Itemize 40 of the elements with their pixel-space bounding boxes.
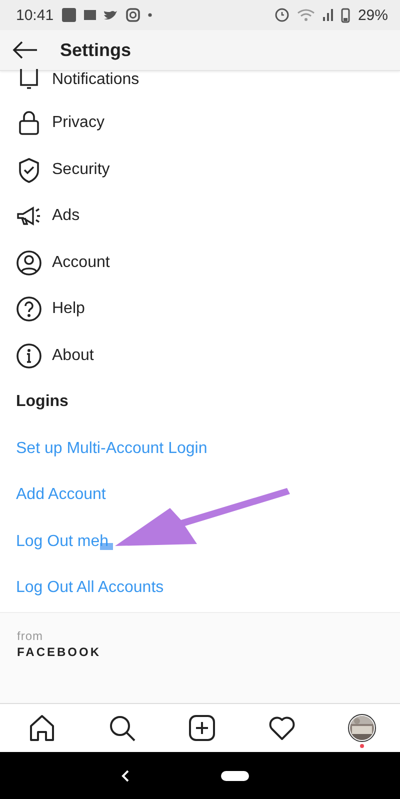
add-icon[interactable]	[188, 714, 216, 742]
settings-item-label: Ads	[52, 207, 80, 226]
bird-icon	[104, 9, 118, 21]
person-icon	[16, 250, 42, 276]
clapperboard-icon	[84, 10, 96, 20]
back-chevron-icon[interactable]	[121, 768, 131, 782]
settings-item-label: Notifications	[52, 71, 140, 89]
section-heading: Logins	[16, 392, 70, 412]
alarm-icon	[274, 8, 289, 22]
info-icon	[16, 342, 42, 369]
battery-icon	[340, 8, 350, 22]
heart-icon[interactable]	[268, 714, 296, 742]
wifi-icon	[296, 9, 315, 21]
settings-item-label: Account	[52, 254, 110, 272]
home-pill[interactable]	[221, 770, 249, 780]
help-icon	[16, 296, 42, 322]
back-icon[interactable]	[12, 41, 38, 59]
settings-item-label: Privacy	[52, 114, 104, 132]
settings-item[interactable]: Account	[16, 240, 384, 286]
camera-icon	[126, 8, 140, 22]
settings-item-label: Security	[52, 160, 110, 179]
settings-item[interactable]: Ads	[16, 193, 384, 240]
signal-icon	[322, 9, 333, 21]
status-time: 10:41	[16, 6, 54, 24]
battery-percent: 29%	[358, 6, 388, 24]
header-title: Settings	[60, 40, 132, 60]
settings-item[interactable]: Security	[16, 146, 384, 193]
shield-icon	[16, 156, 42, 183]
footer-brand: FACEBOOK	[17, 644, 102, 658]
settings-item[interactable]: About	[16, 332, 384, 379]
search-icon[interactable]	[108, 714, 136, 742]
settings-item[interactable]: Help	[16, 286, 384, 332]
more-dot-icon	[148, 13, 152, 17]
settings-item[interactable]: Privacy	[16, 100, 384, 146]
footer-from: from	[17, 628, 44, 642]
settings-item-label: Help	[52, 300, 85, 318]
settings-item-label: About	[52, 346, 94, 365]
lock-icon	[16, 110, 42, 136]
home-icon[interactable]	[28, 714, 56, 742]
settings-item[interactable]: Notifications	[16, 71, 384, 100]
